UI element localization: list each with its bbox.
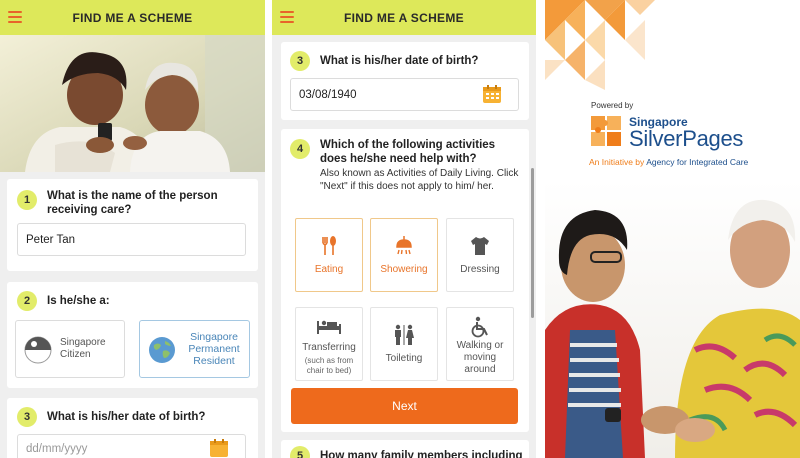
- cutlery-icon: [322, 236, 336, 255]
- menu-icon[interactable]: [8, 11, 22, 23]
- scrollbar[interactable]: [531, 168, 534, 318]
- question-card-dob: 3 What is his/her date of birth? 03/08/1…: [281, 42, 529, 120]
- app-header: FIND ME A SCHEME: [0, 0, 265, 35]
- activity-dressing[interactable]: Dressing: [446, 218, 514, 292]
- question-residency-label: Is he/she a:: [47, 295, 110, 307]
- screen-step-1: FIND ME A SCHEME 1 What is the name of t…: [0, 0, 265, 458]
- calendar-icon[interactable]: [482, 84, 502, 104]
- question-name-label: What is the name of the person receiving…: [47, 190, 218, 216]
- question-activities-hint: Also known as Activities of Daily Living…: [320, 168, 519, 192]
- calendar-icon[interactable]: [209, 438, 229, 458]
- question-number-badge: 5: [290, 446, 310, 458]
- powered-by-label: Powered by: [591, 101, 634, 110]
- activity-showering[interactable]: Showering: [370, 218, 438, 292]
- caregiver-photo: [545, 180, 800, 458]
- tagline-org: Agency for Integrated Care: [646, 157, 749, 167]
- brand-name: SilverPages: [629, 126, 744, 151]
- activity-label: Dressing: [460, 264, 500, 275]
- activity-label: Walking or moving around: [456, 340, 504, 375]
- activity-walking[interactable]: Walking or moving around: [446, 307, 514, 381]
- hero-photo-elderly-couple: [0, 35, 265, 172]
- question-number-badge: 3: [17, 407, 37, 427]
- shower-icon: [396, 236, 412, 255]
- splash-screen: Powered by Singapore SilverPages An Init…: [545, 0, 800, 458]
- activity-label: Eating: [314, 264, 344, 275]
- decorative-triangle-pattern: [545, 0, 655, 90]
- screen-step-2: FIND ME A SCHEME 3 What is his/her date …: [272, 0, 536, 458]
- silverpages-logo-icon: [591, 116, 621, 146]
- question-dob-label: What is his/her date of birth?: [47, 411, 206, 423]
- app-title: FIND ME A SCHEME: [344, 10, 464, 25]
- app-title: FIND ME A SCHEME: [72, 10, 193, 25]
- question-card-activities: 4 Which of the following activities does…: [281, 129, 529, 432]
- next-button[interactable]: Next: [291, 388, 518, 424]
- question-dob-label: What is his/her date of birth?: [320, 55, 479, 67]
- activity-label: Toileting: [385, 353, 423, 364]
- question-number-badge: 2: [17, 291, 37, 311]
- activity-toileting[interactable]: Toileting: [370, 307, 438, 381]
- question-family-label: How many family members including: [320, 450, 523, 458]
- app-header: FIND ME A SCHEME: [272, 0, 536, 35]
- tagline-prefix: An Initiative by: [589, 157, 645, 167]
- menu-icon[interactable]: [280, 11, 294, 23]
- activity-label: Transferring: [302, 342, 356, 353]
- question-number-badge: 4: [290, 139, 310, 159]
- recipient-name-input[interactable]: Peter Tan: [17, 223, 246, 256]
- wheelchair-icon: [471, 316, 488, 338]
- option-permanent-resident[interactable]: Singapore Permanent Resident: [139, 320, 250, 378]
- shirt-icon: [471, 237, 489, 255]
- activity-label: Showering: [380, 264, 428, 275]
- question-card-family: 5 How many family members including: [281, 440, 529, 458]
- question-card-residency: 2 Is he/she a: Singapore Citizen Singapo…: [7, 282, 258, 388]
- question-activities-label: Which of the following activities does h…: [320, 139, 496, 165]
- question-number-badge: 1: [17, 190, 37, 210]
- question-card-name: 1 What is the name of the person receivi…: [7, 179, 258, 271]
- option-singapore-citizen[interactable]: Singapore Citizen: [15, 320, 125, 378]
- toilet-icon: [395, 324, 414, 345]
- activity-transferring[interactable]: Transferring (such as from chair to bed): [295, 307, 363, 381]
- option-label: Singapore Citizen: [60, 337, 106, 360]
- singapore-flag-icon: [24, 336, 52, 364]
- question-card-dob: 3 What is his/her date of birth? dd/mm/y…: [7, 398, 258, 458]
- activity-eating[interactable]: Eating: [295, 218, 363, 292]
- option-label: Singapore Permanent Resident: [188, 331, 240, 367]
- question-number-badge: 3: [290, 51, 310, 71]
- bed-transfer-icon: [317, 320, 341, 334]
- activity-sublabel: (such as from chair to bed): [304, 356, 354, 375]
- globe-icon: [149, 337, 175, 363]
- brand-tagline: An Initiative by Agency for Integrated C…: [589, 157, 748, 167]
